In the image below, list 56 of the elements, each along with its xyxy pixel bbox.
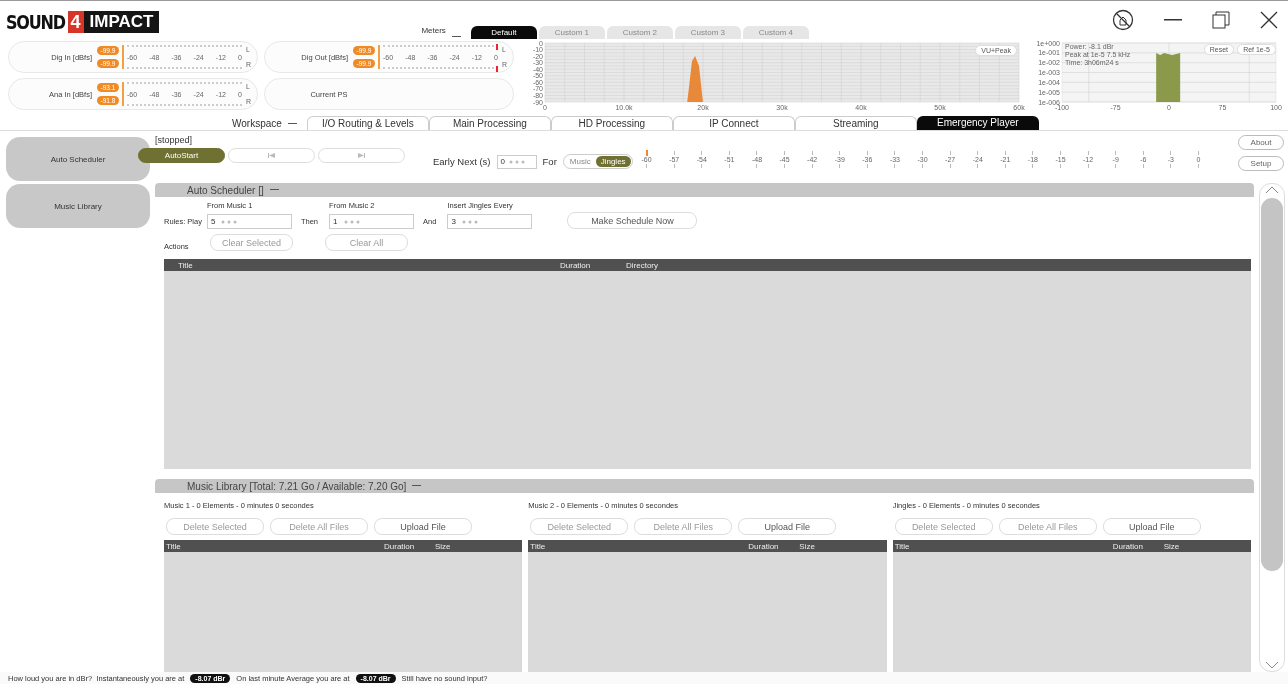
skip-back-icon	[268, 153, 275, 158]
logo: SOUND 4 IMPACT	[6, 9, 160, 35]
scroll-thumb[interactable]	[1261, 198, 1283, 571]
column-header: Duration	[1112, 541, 1144, 551]
column-header: Duration	[748, 541, 780, 551]
for-label: For	[542, 156, 557, 167]
mute-icon[interactable]	[1112, 9, 1134, 31]
column-header: Size	[799, 541, 815, 551]
file-button[interactable]: Upload File	[1102, 518, 1201, 535]
number-field[interactable]: 1	[329, 214, 415, 229]
file-button[interactable]: Upload File	[738, 518, 837, 535]
close-icon[interactable]	[1260, 11, 1278, 29]
chevron-down-icon[interactable]	[1265, 661, 1279, 669]
workspace-tab[interactable]: Main Processing	[428, 116, 551, 130]
workspace-tab[interactable]: IP Connect	[672, 116, 795, 130]
number-field[interactable]: 3	[447, 214, 533, 229]
file-button[interactable]: Upload File	[374, 518, 472, 535]
restore-icon[interactable]	[1212, 11, 1230, 29]
meters-title: Meters	[421, 26, 446, 35]
minimize-icon[interactable]	[1164, 19, 1182, 21]
stepper-icon	[343, 219, 360, 224]
stepper-icon	[461, 219, 478, 224]
column-header: Duration	[384, 541, 416, 551]
chevron-up-icon[interactable]	[1265, 186, 1279, 194]
side-button[interactable]: About	[1238, 135, 1284, 150]
panel-title: Music Library [Total: 7.21 Go / Available: 7.20 Go]	[187, 480, 407, 492]
scrollbar[interactable]	[1259, 183, 1285, 672]
workspace-tab[interactable]: Emergency Player	[916, 116, 1039, 130]
make-schedule-button[interactable]: Make Schedule Now	[567, 212, 698, 229]
meter-tab[interactable]: Default	[470, 26, 537, 39]
panel-title: Auto Scheduler []	[187, 184, 264, 196]
sidebar-item[interactable]: Auto Scheduler	[6, 137, 150, 181]
stepper-icon	[221, 219, 238, 224]
column-header: Duration	[560, 260, 592, 270]
workspace-label: Workspace	[232, 118, 282, 129]
source-option[interactable]: Jingles	[595, 156, 631, 167]
column-header: Title	[178, 260, 194, 270]
player-status: [stopped]	[155, 135, 194, 145]
workspace-tab[interactable]: I/O Routing & Levels	[306, 116, 429, 130]
side-button[interactable]: Setup	[1238, 156, 1284, 171]
column-header: Size	[435, 541, 451, 551]
skip-forward-icon	[358, 153, 365, 158]
stepper-icon	[509, 159, 525, 164]
column-header: Title	[894, 541, 911, 551]
number-field[interactable]: 5	[206, 214, 292, 229]
column-header: Directory	[626, 260, 658, 270]
workspace-tab[interactable]: Streaming	[794, 116, 917, 130]
column-header: Title	[530, 541, 547, 551]
early-next-field[interactable]: 0	[496, 154, 537, 169]
autostart-button[interactable]: AutoStart	[138, 148, 225, 163]
histogram-bar	[1156, 53, 1181, 102]
workspace-tab[interactable]: HD Processing	[550, 116, 673, 130]
column-header: Size	[1163, 541, 1180, 551]
column-header: Title	[166, 541, 182, 551]
sidebar-item[interactable]: Music Library	[6, 184, 150, 228]
early-next-label: Early Next (s)	[433, 156, 491, 167]
